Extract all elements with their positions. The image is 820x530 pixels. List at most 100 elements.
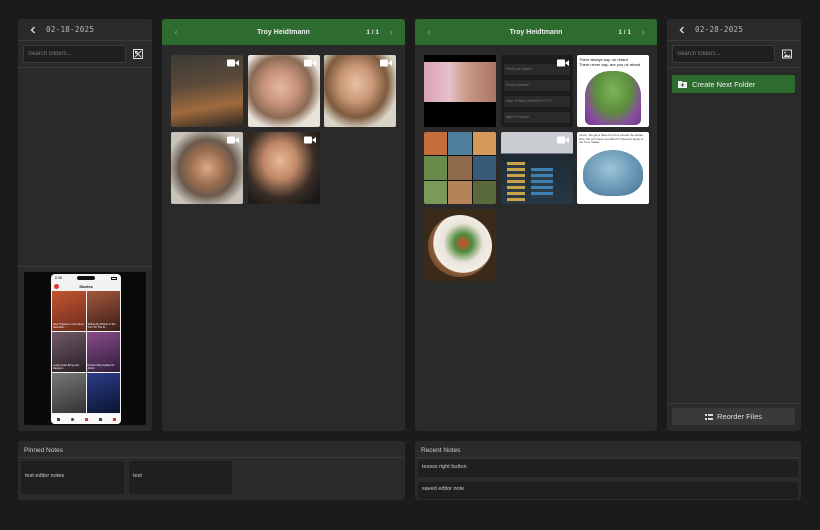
form-field-label: First/Last Name*	[506, 67, 533, 71]
collage-tile	[448, 132, 472, 156]
prev-arrow-icon[interactable]: ‹	[166, 19, 186, 45]
right-search-row	[667, 41, 801, 68]
phone-time: 5:38	[55, 276, 62, 280]
spreadsheet-strip	[507, 162, 525, 202]
collage-tile	[448, 180, 472, 204]
video-thumbnail[interactable]	[248, 55, 320, 127]
viewer-page-count: 1 / 1	[618, 28, 631, 36]
left-viewer-panel: ‹ Troy Heidtmann 1 / 1 ›	[162, 19, 405, 431]
left-sidebar-divider	[18, 266, 152, 267]
video-camera-icon	[227, 59, 239, 67]
viewer-page-count: 1 / 1	[366, 28, 379, 36]
pinned-note-card[interactable]: test editor notes	[21, 461, 124, 494]
phone-app-header: Stories	[51, 282, 121, 290]
image-thumbnail[interactable]: you're, the guys have fun for a minute t…	[577, 132, 649, 204]
search-input[interactable]	[672, 45, 775, 63]
phone-grid: How Trainees in the Game Heal their... T…	[51, 290, 121, 414]
phone-preview-frame[interactable]: 5:38 Stories How Trainees in the Game He…	[24, 272, 146, 425]
collage-tile	[424, 156, 448, 180]
phone-story-card	[52, 373, 86, 413]
next-arrow-icon[interactable]: ›	[633, 19, 653, 45]
spreadsheet-strip	[531, 168, 553, 198]
meme-caption: you're, the guys have fun for a minute t…	[579, 133, 644, 145]
collage-tile	[424, 180, 448, 204]
folder-date: 02-18-2025	[46, 25, 95, 34]
phone-story-caption: Dinner's Big Update for Junior	[87, 364, 115, 371]
video-camera-icon	[304, 59, 316, 67]
viewer-header: ‹ Troy Heidtmann 1 / 1 ›	[162, 19, 405, 45]
reorder-files-label: Reorder Files	[716, 412, 762, 421]
next-arrow-icon[interactable]: ›	[381, 19, 401, 45]
food-plate	[428, 215, 492, 277]
left-sidebar: 02-18-2025 5:38 Stories How Trainees in …	[18, 19, 152, 431]
phone-story-caption: How Trainees in the Game Heal their...	[53, 323, 84, 330]
meme-frog-image	[585, 71, 641, 125]
phone-story-card: How Trainees in the Game Heal their...	[52, 291, 86, 331]
form-field-label: Agent Provider	[506, 115, 530, 119]
phone-story-caption: Lovely Suite Bring and Hangout...	[53, 364, 79, 371]
folder-date: 02-28-2025	[695, 25, 744, 34]
image-thumbnail[interactable]: Them always say: ok retard Them never sa…	[577, 55, 649, 127]
video-camera-icon	[380, 59, 392, 67]
right-viewer-panel: ‹ Troy Heidtmann 1 / 1 › First/Last Name…	[415, 19, 657, 431]
list-icon	[98, 417, 102, 421]
video-thumbnail[interactable]: First/Last Name* Email Address* Date of …	[501, 55, 573, 127]
video-thumbnail[interactable]	[324, 55, 396, 127]
prev-arrow-icon[interactable]: ‹	[419, 19, 439, 45]
meme-seal-image	[583, 150, 643, 196]
pinned-notes-panel: Pinned Notes test editor notes test	[18, 441, 405, 500]
phone-story-card	[86, 373, 120, 413]
phone-screen: 5:38 Stories How Trainees in the Game He…	[51, 274, 121, 424]
image-thumbnail[interactable]	[424, 132, 496, 204]
video-thumbnail[interactable]	[501, 132, 573, 204]
right-sidebar-header: 02-28-2025	[667, 19, 801, 41]
collage-grid	[424, 132, 496, 204]
form-field: Agent Provider	[504, 112, 570, 123]
phone-status-bar: 5:38	[51, 274, 121, 282]
phone-notch	[77, 276, 96, 280]
recent-note-row[interactable]: tessss right button	[418, 460, 798, 477]
battery-icon	[111, 276, 117, 280]
image-thumbnail[interactable]	[424, 209, 496, 281]
video-camera-icon	[557, 59, 569, 67]
folder-plus-icon	[678, 81, 687, 88]
form-field: Date of Birth (MM/DD/YYYY)*	[504, 96, 570, 107]
video-thumbnail[interactable]	[248, 132, 320, 204]
phone-app-title: Stories	[79, 283, 93, 289]
phone-tab-bar	[51, 414, 121, 424]
reorder-files-button[interactable]: Reorder Files	[672, 408, 795, 425]
collage-tile	[424, 132, 448, 156]
grid-icon	[704, 413, 713, 420]
share-icon	[112, 417, 116, 421]
video-thumbnail[interactable]	[171, 55, 243, 127]
recent-notes-panel: Recent Notes tessss right button saved e…	[415, 441, 801, 500]
back-arrow-icon[interactable]	[675, 23, 689, 37]
phone-avatar-icon	[54, 283, 59, 289]
create-next-folder-label: Create Next Folder	[692, 79, 756, 89]
phone-story-card: Lovely Suite Bring and Hangout...	[52, 332, 86, 372]
form-field: Email Address*	[504, 80, 570, 91]
form-field-label: Email Address*	[506, 83, 530, 87]
collage-tile	[472, 132, 496, 156]
collage-tile	[472, 180, 496, 204]
video-thumbnail[interactable]	[171, 132, 243, 204]
viewer-header: ‹ Troy Heidtmann 1 / 1 ›	[415, 19, 657, 45]
discover-icon	[70, 417, 74, 421]
image-icon[interactable]	[778, 45, 796, 63]
search-input[interactable]	[23, 45, 126, 63]
recent-notes-divider	[415, 457, 801, 458]
play-icon	[84, 417, 88, 421]
back-arrow-icon[interactable]	[26, 23, 40, 37]
toggle-images-icon[interactable]	[129, 45, 147, 63]
phone-story-card: Dinner's Big Update for Junior	[86, 332, 120, 372]
create-next-folder-button[interactable]: Create Next Folder	[672, 75, 795, 93]
image-thumbnail[interactable]	[424, 55, 496, 127]
left-search-row	[18, 41, 152, 68]
video-camera-icon	[227, 136, 239, 144]
left-sidebar-header: 02-18-2025	[18, 19, 152, 41]
collage-tile	[448, 156, 472, 180]
collage-tile	[472, 156, 496, 180]
recent-note-row[interactable]: saved editor note	[418, 482, 798, 499]
pinned-note-card[interactable]: test	[129, 461, 232, 494]
form-field-label: Date of Birth (MM/DD/YYYY)*	[506, 99, 553, 103]
